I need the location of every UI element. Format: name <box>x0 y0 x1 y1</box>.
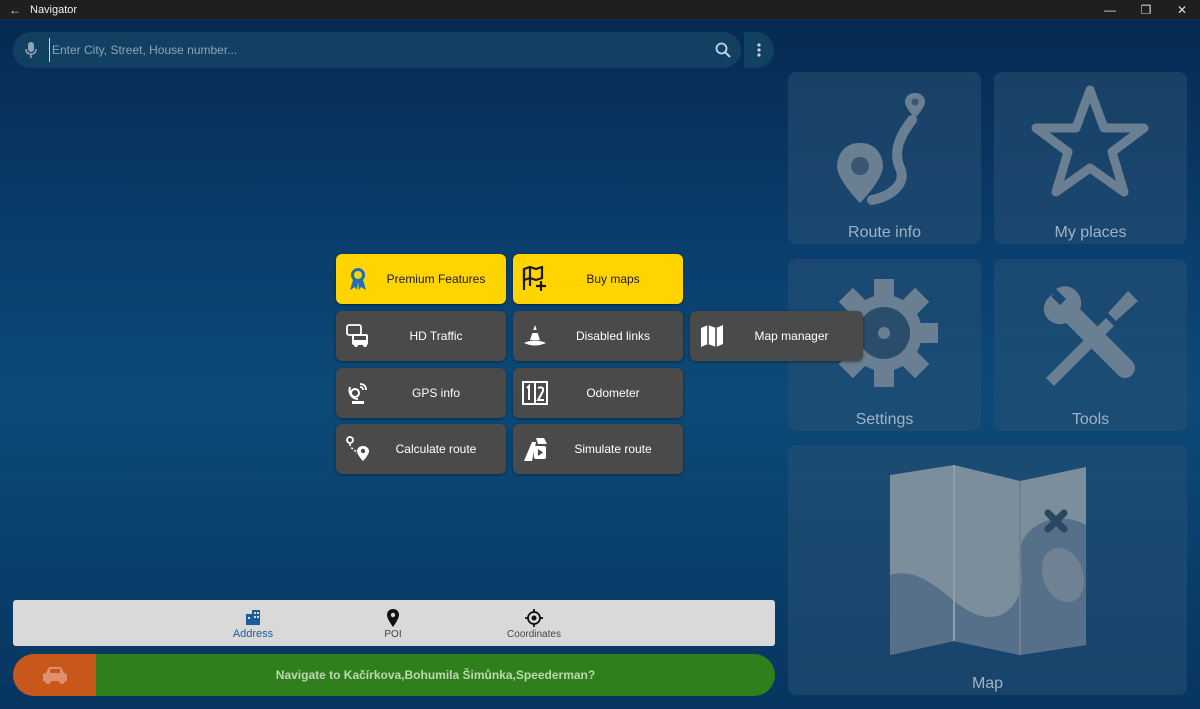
car-icon[interactable] <box>13 654 96 696</box>
tools-tile[interactable]: Tools <box>994 259 1187 431</box>
odometer-counter-icon <box>513 381 557 405</box>
hd-traffic-label: HD Traffic <box>409 329 463 343</box>
back-arrow-icon[interactable]: ← <box>0 3 30 17</box>
navigate-bar: Navigate to Kačírkova,Bohumila Šimůnka,S… <box>13 654 775 696</box>
city-buildings-icon <box>245 606 261 628</box>
search-bar <box>13 32 741 68</box>
disabled-links-label: Disabled links <box>575 329 651 343</box>
my-places-tile[interactable]: My places <box>994 72 1187 244</box>
road-play-icon <box>513 436 557 462</box>
simulate-route-button[interactable]: Simulate route <box>513 424 683 474</box>
title-bar: ← Navigator — ❐ ✕ <box>0 0 1200 19</box>
map-label: Map <box>971 675 1004 692</box>
gps-info-button[interactable]: GPS info <box>336 368 506 418</box>
satellite-dish-icon <box>336 381 380 405</box>
map-tile[interactable]: Map <box>788 445 1187 695</box>
search-mode-tabs: Address POI Coordinates <box>13 600 775 646</box>
premium-features-label: Premium Features <box>386 272 486 286</box>
window-controls: — ❐ ✕ <box>1092 0 1200 19</box>
gps-info-label: GPS info <box>411 386 461 400</box>
route-pin-icon <box>837 93 925 205</box>
tab-coordinates-label: Coordinates <box>507 628 561 640</box>
ribbon-award-icon <box>336 267 380 291</box>
more-options-icon[interactable] <box>744 32 774 68</box>
calculate-route-label: Calculate route <box>395 442 477 456</box>
tab-poi-label: POI <box>384 628 402 640</box>
microphone-icon[interactable] <box>13 42 49 58</box>
route-info-label: Route info <box>848 224 921 241</box>
traffic-cone-icon <box>513 324 557 348</box>
odometer-button[interactable]: Odometer <box>513 368 683 418</box>
app-area: Route info My places Settings <box>0 19 1200 709</box>
my-places-label: My places <box>1054 224 1127 241</box>
premium-features-button[interactable]: Premium Features <box>336 254 506 304</box>
settings-label: Settings <box>855 411 914 428</box>
route-points-icon <box>336 436 380 462</box>
map-manager-label: Map manager <box>754 329 829 343</box>
tab-address[interactable]: Address <box>193 600 313 646</box>
traffic-cars-icon <box>336 324 380 348</box>
crosshair-icon <box>525 607 543 629</box>
star-icon <box>1031 85 1149 197</box>
calculate-route-button[interactable]: Calculate route <box>336 424 506 474</box>
buy-maps-label: Buy maps <box>586 272 640 286</box>
route-info-tile[interactable]: Route info <box>788 72 981 244</box>
hd-traffic-button[interactable]: HD Traffic <box>336 311 506 361</box>
buy-maps-button[interactable]: Buy maps <box>513 254 683 304</box>
map-manager-button[interactable]: Map manager <box>690 311 863 361</box>
minimize-icon[interactable]: — <box>1092 0 1128 19</box>
navigate-button[interactable]: Navigate to Kačírkova,Bohumila Šimůnka,S… <box>96 654 775 696</box>
odometer-label: Odometer <box>586 386 640 400</box>
search-icon[interactable] <box>705 42 741 58</box>
simulate-route-label: Simulate route <box>574 442 652 456</box>
close-icon[interactable]: ✕ <box>1164 0 1200 19</box>
tools-icon <box>1043 286 1138 386</box>
tab-coordinates[interactable]: Coordinates <box>474 600 594 646</box>
search-input[interactable] <box>49 38 705 62</box>
tab-address-label: Address <box>232 628 274 640</box>
window-title: Navigator <box>30 3 78 16</box>
disabled-links-button[interactable]: Disabled links <box>513 311 683 361</box>
folded-map-icon <box>690 324 734 348</box>
map-icon <box>890 465 1086 655</box>
map-plus-icon <box>513 266 557 292</box>
tools-label: Tools <box>1071 411 1110 428</box>
tab-poi[interactable]: POI <box>333 600 453 646</box>
location-pin-icon <box>387 607 399 629</box>
maximize-icon[interactable]: ❐ <box>1128 0 1164 19</box>
